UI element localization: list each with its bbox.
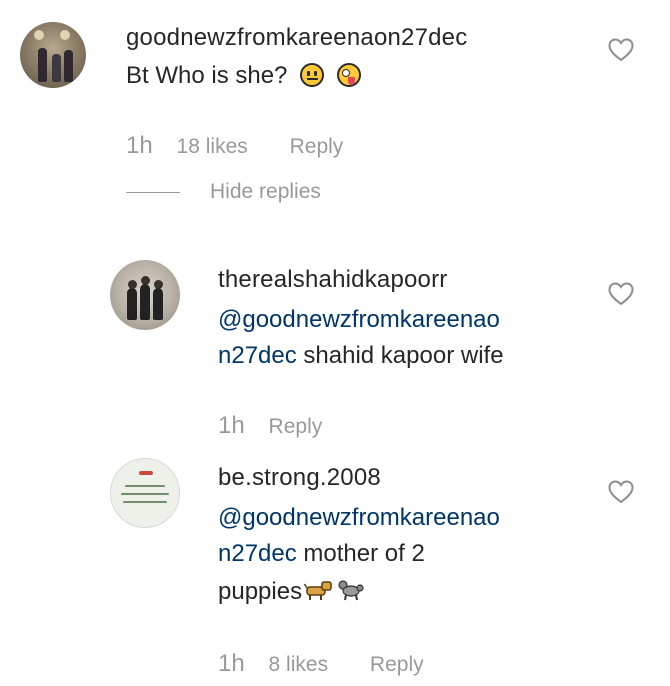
reply-button[interactable]: Reply <box>269 415 323 438</box>
comment-text-body: Bt Who is she? <box>126 62 288 89</box>
hide-replies-button[interactable]: Hide replies <box>210 180 321 204</box>
comment-time: 1h <box>126 132 153 159</box>
reply-text-body: shahid kapoor wife <box>296 342 504 369</box>
reply-text-body: puppies <box>218 578 303 605</box>
heart-outline-icon[interactable] <box>608 480 634 504</box>
avatar-detail <box>52 54 61 82</box>
reply-text: n27dec shahid kapoor wife <box>218 338 504 374</box>
reply-button[interactable]: Reply <box>290 135 344 158</box>
avatar[interactable] <box>20 22 86 88</box>
heart-outline-icon[interactable] <box>608 38 634 62</box>
mention-link[interactable]: n27dec <box>218 540 297 567</box>
avatar[interactable] <box>110 458 180 528</box>
reply-meta: 1h 8 likes Reply <box>218 650 424 678</box>
comment-text: Bt Who is she? <box>126 58 361 94</box>
poodle-emoji <box>338 580 364 601</box>
mention-link[interactable]: n27dec <box>218 342 297 369</box>
avatar-detail <box>64 50 73 82</box>
reply-username[interactable]: be.strong.2008 <box>218 464 381 492</box>
avatar-detail <box>38 48 47 82</box>
dog-emoji <box>304 581 332 600</box>
reply-likes[interactable]: 8 likes <box>269 653 329 676</box>
avatar-detail <box>140 284 150 320</box>
avatar-detail <box>34 30 44 40</box>
hide-replies-line <box>126 192 180 193</box>
reply-text: puppies <box>218 574 366 610</box>
avatar-detail <box>127 288 137 320</box>
reply-time: 1h <box>218 412 245 439</box>
avatar-detail <box>121 493 169 495</box>
avatar-detail <box>123 501 167 503</box>
avatar-detail <box>125 485 165 487</box>
avatar[interactable] <box>110 260 180 330</box>
avatar-detail <box>153 288 163 320</box>
reply-meta: 1h Reply <box>218 412 322 440</box>
mention-link[interactable]: @goodnewzfromkareenao <box>218 500 500 536</box>
reply-username[interactable]: therealshahidkapoorr <box>218 266 447 294</box>
comment-likes[interactable]: 18 likes <box>177 135 248 158</box>
comment-username[interactable]: goodnewzfromkareenaon27dec <box>126 24 467 52</box>
comment-meta: 1h 18 likes Reply <box>126 132 343 160</box>
avatar-detail <box>139 471 153 475</box>
reply-time: 1h <box>218 650 245 677</box>
heart-outline-icon[interactable] <box>608 282 634 306</box>
reply-text-body: mother of 2 <box>296 540 425 567</box>
avatar-detail <box>60 30 70 40</box>
neutral-face-emoji <box>300 63 325 87</box>
reply-text: n27dec mother of 2 <box>218 536 425 572</box>
reply-button[interactable]: Reply <box>370 653 424 676</box>
mention-link[interactable]: @goodnewzfromkareenao <box>218 302 500 338</box>
zany-face-emoji <box>336 63 361 87</box>
